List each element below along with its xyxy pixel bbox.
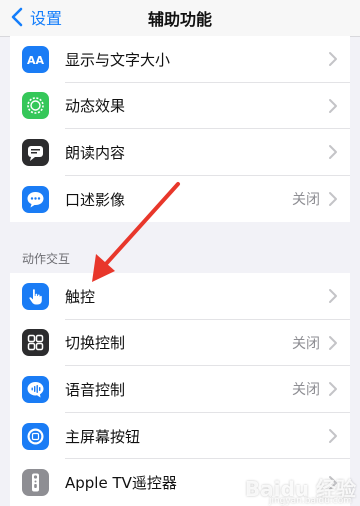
chevron-right-icon [328, 98, 338, 114]
row-value: 关闭 [292, 192, 320, 209]
row-label: 主屏幕按钮 [65, 427, 141, 446]
chevron-right-icon [328, 288, 338, 304]
row-voice-control[interactable]: 语音控制 关闭 [10, 366, 350, 413]
row-home-button[interactable]: 主屏幕按钮 [10, 413, 350, 460]
chevron-right-icon [328, 381, 338, 397]
home-button-icon [22, 422, 49, 450]
row-label: 朗读内容 [65, 143, 126, 162]
watermark-url: jingyan.baidu.com [268, 496, 352, 506]
voice-control-icon [22, 375, 49, 403]
row-label: 口述影像 [65, 190, 126, 209]
row-touch[interactable]: 触控 [10, 273, 350, 320]
chevron-right-icon [328, 191, 338, 207]
hand-touch-icon [22, 282, 49, 310]
row-value: 关闭 [292, 382, 320, 399]
svg-text:AA: AA [27, 54, 45, 67]
row-label: 切换控制 [65, 334, 126, 353]
row-display-text-size[interactable]: AA 显示与文字大小 [10, 36, 350, 83]
tv-remote-icon [22, 469, 49, 497]
motion-icon [22, 92, 49, 120]
row-label: 触控 [65, 287, 96, 306]
row-label: 语音控制 [65, 380, 126, 399]
row-switch-control[interactable]: 切换控制 关闭 [10, 320, 350, 367]
text-size-icon: AA [22, 45, 49, 73]
audio-description-icon [22, 185, 49, 213]
chevron-right-icon [328, 51, 338, 67]
accessibility-screen: 设置 辅助功能 AA 显示与文字大小 动态效果 朗读内容 口述影像 关闭 动作交… [0, 0, 360, 506]
speech-bubble-icon [22, 138, 49, 166]
vision-settings-group: AA 显示与文字大小 动态效果 朗读内容 口述影像 关闭 [10, 36, 350, 223]
switch-control-icon [22, 329, 49, 357]
chevron-right-icon [328, 428, 338, 444]
section-header-interaction: 动作交互 [22, 252, 71, 266]
row-label: 显示与文字大小 [65, 50, 171, 69]
row-label: 动态效果 [65, 97, 126, 116]
row-audio-descriptions[interactable]: 口述影像 关闭 [10, 176, 350, 223]
row-motion[interactable]: 动态效果 [10, 83, 350, 130]
row-value: 关闭 [292, 335, 320, 352]
chevron-right-icon [328, 144, 338, 160]
chevron-right-icon [328, 335, 338, 351]
page-title: 辅助功能 [147, 10, 212, 29]
navigation-bar: 设置 辅助功能 [0, 0, 360, 37]
row-spoken-content[interactable]: 朗读内容 [10, 129, 350, 176]
interaction-settings-group: 触控 切换控制 关闭 语音控制 关闭 主屏幕按钮 Apple TV遥控器 [10, 273, 350, 506]
